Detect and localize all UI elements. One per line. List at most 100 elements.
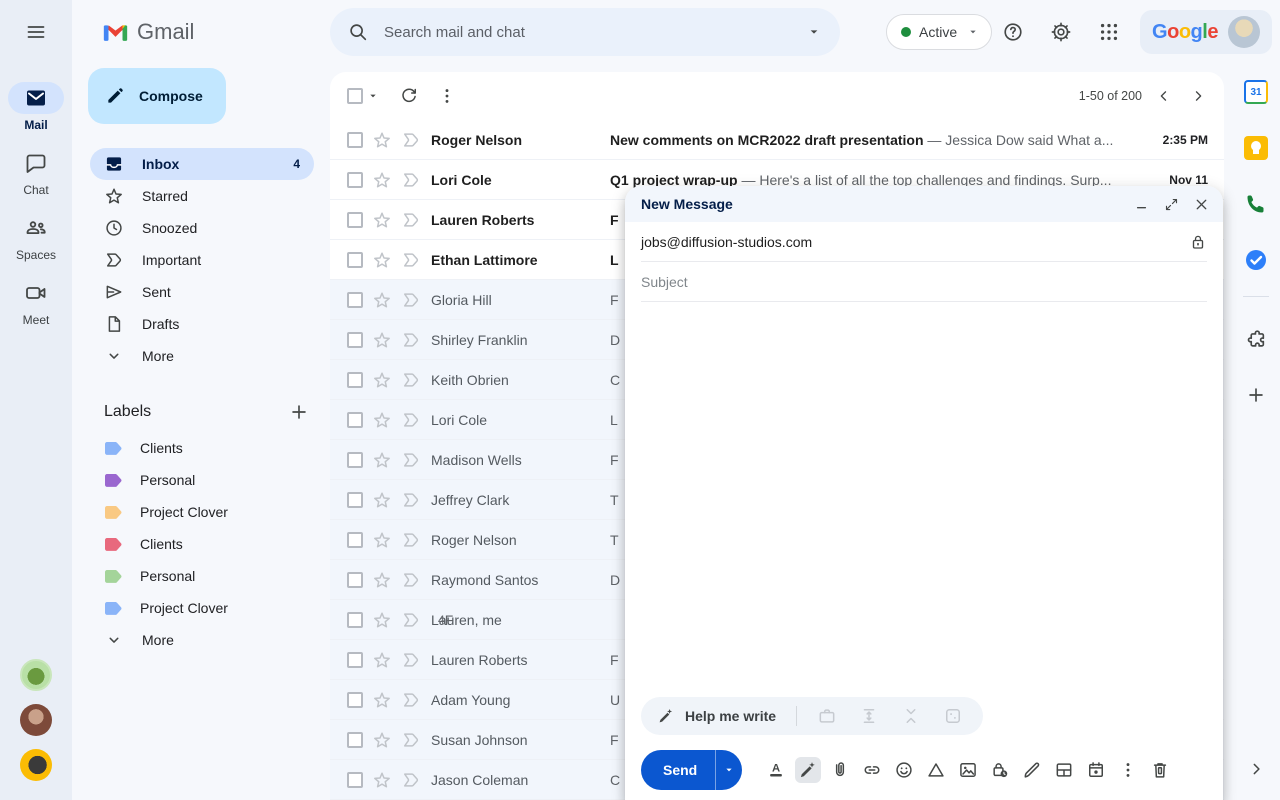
row-checkbox[interactable] xyxy=(347,572,363,588)
star-icon[interactable] xyxy=(372,730,392,750)
compose-header[interactable]: New Message xyxy=(625,186,1223,222)
confidential-icon[interactable] xyxy=(987,757,1013,783)
profile-avatar[interactable] xyxy=(1228,16,1260,48)
text-format-icon[interactable] xyxy=(763,757,789,783)
image-icon[interactable] xyxy=(955,757,981,783)
sidebar-item-more[interactable]: More xyxy=(90,340,314,372)
help-me-write-button[interactable]: Help me write xyxy=(685,708,776,724)
importance-marker-icon[interactable] xyxy=(401,210,421,230)
shorten-icon[interactable] xyxy=(901,706,921,726)
importance-marker-icon[interactable] xyxy=(401,650,421,670)
avatar-portrait[interactable] xyxy=(20,704,52,736)
layout-icon[interactable] xyxy=(1051,757,1077,783)
row-checkbox[interactable] xyxy=(347,172,363,188)
open-in-full-icon[interactable] xyxy=(1161,194,1181,214)
row-checkbox[interactable] xyxy=(347,492,363,508)
row-checkbox[interactable] xyxy=(347,372,363,388)
sidebar-item-important[interactable]: Important xyxy=(90,244,314,276)
refresh-icon[interactable] xyxy=(399,86,419,106)
importance-marker-icon[interactable] xyxy=(401,170,421,190)
google-apps-grid-icon[interactable] xyxy=(1089,12,1129,52)
importance-marker-icon[interactable] xyxy=(401,250,421,270)
importance-marker-icon[interactable] xyxy=(401,490,421,510)
row-checkbox[interactable] xyxy=(347,452,363,468)
label-item-personal[interactable]: Personal xyxy=(90,560,314,592)
row-checkbox[interactable] xyxy=(347,252,363,268)
addons-puzzle-icon[interactable] xyxy=(1242,325,1270,353)
star-icon[interactable] xyxy=(372,650,392,670)
importance-marker-icon[interactable] xyxy=(401,530,421,550)
compose-button[interactable]: Compose xyxy=(88,68,226,124)
magic-pen-icon[interactable] xyxy=(657,707,675,725)
row-checkbox[interactable] xyxy=(347,212,363,228)
subject-field[interactable]: Subject xyxy=(641,262,1207,302)
label-item-project-clover[interactable]: Project Clover xyxy=(90,592,314,624)
retry-icon[interactable] xyxy=(943,706,963,726)
star-icon[interactable] xyxy=(372,410,392,430)
sidebar-item-snoozed[interactable]: Snoozed xyxy=(90,212,314,244)
row-checkbox[interactable] xyxy=(347,772,363,788)
importance-marker-icon[interactable] xyxy=(401,290,421,310)
recipients-field[interactable]: jobs@diffusion-studios.com xyxy=(641,222,1207,262)
search-input[interactable]: Search mail and chat xyxy=(384,24,525,41)
search-bar[interactable]: Search mail and chat xyxy=(330,8,840,56)
sidebar-item-inbox[interactable]: Inbox 4 xyxy=(90,148,314,180)
add-plus-icon[interactable] xyxy=(1242,381,1270,409)
older-page-chevron-icon[interactable] xyxy=(1186,84,1210,108)
star-icon[interactable] xyxy=(372,330,392,350)
label-item-personal[interactable]: Personal xyxy=(90,464,314,496)
send-options-caret-icon[interactable] xyxy=(715,750,742,790)
importance-marker-icon[interactable] xyxy=(401,690,421,710)
star-icon[interactable] xyxy=(372,170,392,190)
row-checkbox[interactable] xyxy=(347,332,363,348)
importance-marker-icon[interactable] xyxy=(401,370,421,390)
main-menu-hamburger-icon[interactable] xyxy=(16,20,56,44)
row-checkbox[interactable] xyxy=(347,732,363,748)
row-checkbox[interactable] xyxy=(347,612,363,628)
star-icon[interactable] xyxy=(372,770,392,790)
rail-item-meet[interactable]: Meet xyxy=(8,277,64,327)
star-icon[interactable] xyxy=(372,130,392,150)
search-options-caret-icon[interactable] xyxy=(804,22,824,42)
minimize-icon[interactable] xyxy=(1131,194,1151,214)
label-item-project-clover[interactable]: Project Clover xyxy=(90,496,314,528)
star-icon[interactable] xyxy=(372,450,392,470)
star-icon[interactable] xyxy=(372,530,392,550)
select-dropdown-caret-icon[interactable] xyxy=(365,88,381,104)
link-icon[interactable] xyxy=(859,757,885,783)
calendar-icon[interactable]: 31 xyxy=(1242,78,1270,106)
rail-item-mail[interactable]: Mail xyxy=(8,82,64,132)
row-checkbox[interactable] xyxy=(347,412,363,428)
star-icon[interactable] xyxy=(372,290,392,310)
label-item-clients[interactable]: Clients xyxy=(90,528,314,560)
row-checkbox[interactable] xyxy=(347,692,363,708)
avatar-yellow-portrait[interactable] xyxy=(20,749,52,781)
star-icon[interactable] xyxy=(372,690,392,710)
label-item-clients[interactable]: Clients xyxy=(90,432,314,464)
sidebar-item-sent[interactable]: Sent xyxy=(90,276,314,308)
importance-marker-icon[interactable] xyxy=(401,770,421,790)
rail-item-chat[interactable]: Chat xyxy=(8,147,64,197)
sidebar-item-drafts[interactable]: Drafts xyxy=(90,308,314,340)
settings-gear-icon[interactable] xyxy=(1041,12,1081,52)
row-checkbox[interactable] xyxy=(347,292,363,308)
voice-icon[interactable] xyxy=(1242,190,1270,218)
star-icon[interactable] xyxy=(372,370,392,390)
emoji-icon[interactable] xyxy=(891,757,917,783)
gmail-logo[interactable]: Gmail xyxy=(102,19,194,45)
more-options-icon[interactable] xyxy=(1115,757,1141,783)
expand-panel-chevron-icon[interactable] xyxy=(1242,755,1270,783)
importance-marker-icon[interactable] xyxy=(401,410,421,430)
help-icon[interactable] xyxy=(993,12,1033,52)
magic-pen-icon[interactable] xyxy=(795,757,821,783)
star-icon[interactable] xyxy=(372,570,392,590)
schedule-icon[interactable] xyxy=(1083,757,1109,783)
importance-marker-icon[interactable] xyxy=(401,610,421,630)
tasks-icon[interactable] xyxy=(1242,246,1270,274)
attach-icon[interactable] xyxy=(827,757,853,783)
row-checkbox[interactable] xyxy=(347,132,363,148)
sidebar-item-starred[interactable]: Starred xyxy=(90,180,314,212)
search-icon[interactable] xyxy=(340,14,376,50)
drive-icon[interactable] xyxy=(923,757,949,783)
labels-more[interactable]: More xyxy=(90,624,314,656)
